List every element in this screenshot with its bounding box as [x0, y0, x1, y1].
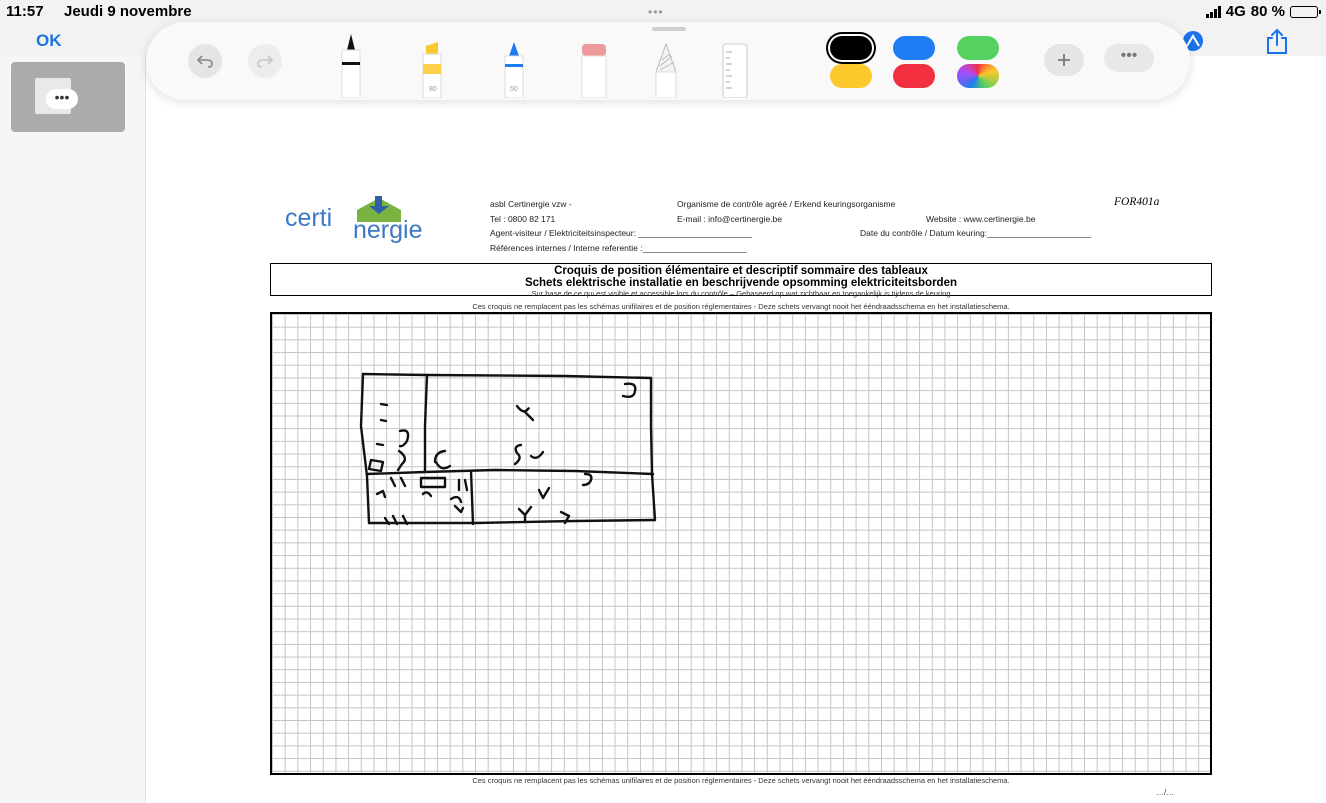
status-bar: 11:57 Jeudi 9 novembre ••• 4G 80 % — [0, 0, 1326, 22]
org-type: Organisme de contrôle agréé / Erkend keu… — [677, 199, 896, 209]
color-wheel-swatch[interactable] — [957, 64, 999, 88]
color-blue-swatch[interactable] — [893, 36, 935, 60]
status-time: 11:57 — [6, 3, 44, 20]
date-field: Date du contrôle / Datum keuring:_______… — [860, 228, 1092, 238]
title-fr: Croquis de position élémentaire et descr… — [554, 265, 928, 277]
lasso-tool-icon[interactable] — [652, 42, 680, 98]
add-button[interactable] — [1044, 44, 1084, 76]
note-bottom: Ces croquis ne remplacent pas les schéma… — [472, 776, 1010, 785]
share-icon[interactable] — [1265, 27, 1289, 55]
network-label: 4G — [1225, 3, 1246, 20]
phone: Tel : 0800 82 171 — [490, 214, 556, 224]
title-subtitle: Sur base de ce qui est visible et access… — [531, 289, 951, 298]
pencil-opacity-label: 50 — [510, 86, 518, 93]
color-red-swatch[interactable] — [893, 64, 935, 88]
note-top: Ces croquis ne remplacent pas les schéma… — [472, 302, 1010, 311]
multitasking-dots-icon[interactable]: ••• — [648, 5, 664, 19]
certinergie-logo: certi nergie — [285, 196, 475, 246]
redo-button[interactable] — [248, 44, 282, 78]
battery-icon — [1290, 5, 1321, 18]
undo-icon — [196, 55, 213, 68]
page-thumbnail-sidebar: ••• — [0, 56, 146, 803]
highlighter-opacity-label: 80 — [429, 86, 437, 93]
page-marker: …/… — [1156, 788, 1175, 797]
email: E-mail : info@certinergie.be — [677, 214, 783, 224]
agent-field: Agent-visiteur / Elektriciteitsinspecteu… — [490, 228, 752, 238]
toolbar-drag-handle[interactable] — [652, 27, 686, 31]
signal-icon — [1205, 5, 1221, 18]
battery-label: 80 % — [1250, 3, 1285, 20]
status-indicators: 4G 80 % — [1205, 3, 1321, 20]
form-title-box: Croquis de position élémentaire et descr… — [270, 263, 1212, 298]
logo-text-certi: certi — [285, 204, 333, 232]
more-options-button[interactable]: ••• — [1104, 44, 1154, 72]
references-field: Références internes / Interne referentie… — [490, 243, 747, 253]
logo-text-nergie: nergie — [353, 216, 423, 244]
handwritten-sketch — [359, 372, 657, 526]
color-black-swatch[interactable] — [830, 36, 872, 60]
undo-button[interactable] — [188, 44, 222, 78]
plus-icon — [1058, 54, 1070, 66]
org-name: asbl Certinergie vzw - — [490, 199, 572, 209]
redo-icon — [257, 55, 274, 68]
ok-button[interactable]: OK — [36, 31, 62, 51]
status-date: Jeudi 9 novembre — [64, 3, 192, 20]
markup-toolbar: 80 50 ••• — [146, 22, 1190, 100]
color-yellow-swatch[interactable] — [830, 64, 872, 88]
title-nl: Schets elektrische installatie en beschr… — [524, 277, 958, 289]
thumbnail-menu-button[interactable]: ••• — [46, 89, 78, 109]
website: Website : www.certinergie.be — [926, 214, 1036, 224]
color-green-swatch[interactable] — [957, 36, 999, 60]
ruler-tool-icon[interactable] — [722, 42, 748, 98]
page-thumbnail[interactable]: ••• — [11, 62, 125, 132]
pen-tool-icon[interactable] — [339, 32, 363, 98]
eraser-tool-icon[interactable] — [580, 42, 608, 98]
form-code: FOR401a — [1114, 196, 1160, 208]
